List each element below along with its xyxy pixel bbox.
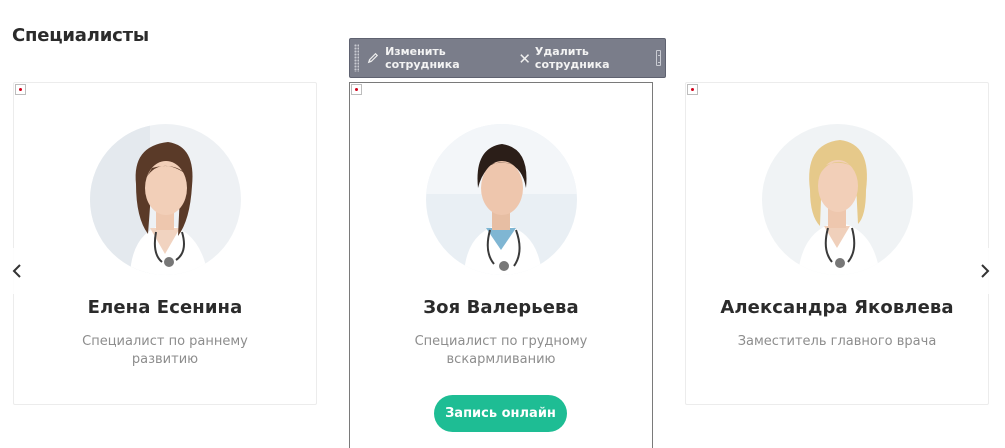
section-title: Специалисты [12, 25, 149, 46]
specialist-name: Елена Есенина [87, 297, 243, 318]
delete-employee-button[interactable]: Удалить сотрудника [512, 39, 656, 77]
pencil-icon [367, 52, 379, 64]
specialist-name: Александра Яковлева [720, 297, 954, 318]
specialist-position: Специалист по раннему развитию [82, 334, 248, 367]
specialist-position: Специалист по грудному вскармливанию [414, 334, 588, 367]
carousel-prev-button[interactable] [6, 248, 28, 294]
specialist-card[interactable]: Елена Есенина Специалист по раннему разв… [13, 82, 317, 405]
specialist-photo [90, 124, 241, 275]
specialist-position: Заместитель главного врача [737, 334, 937, 349]
specialist-card-selected[interactable]: Зоя Валерьева Специалист по грудному вск… [349, 82, 653, 448]
admin-toolbar: Изменить сотрудника Удалить сотрудника [349, 38, 666, 78]
edit-marker-icon[interactable] [351, 84, 362, 95]
toolbar-handle-icon[interactable] [655, 50, 661, 66]
edit-employee-button[interactable]: Изменить сотрудника [359, 39, 511, 77]
chevron-left-icon [12, 264, 21, 278]
specialist-photo [762, 124, 913, 275]
edit-marker-icon[interactable] [15, 84, 26, 95]
specialist-photo [426, 124, 577, 275]
book-online-button[interactable]: Запись онлайн [434, 395, 567, 432]
close-icon [519, 53, 529, 63]
specialist-card[interactable]: Александра Яковлева Заместитель главного… [685, 82, 989, 405]
edit-employee-label: Изменить сотрудника [385, 45, 460, 71]
specialist-name: Зоя Валерьева [423, 297, 579, 318]
chevron-right-icon [981, 264, 990, 278]
delete-employee-label: Удалить сотрудника [534, 45, 610, 71]
carousel-next-button[interactable] [974, 248, 996, 294]
edit-marker-icon[interactable] [687, 84, 698, 95]
